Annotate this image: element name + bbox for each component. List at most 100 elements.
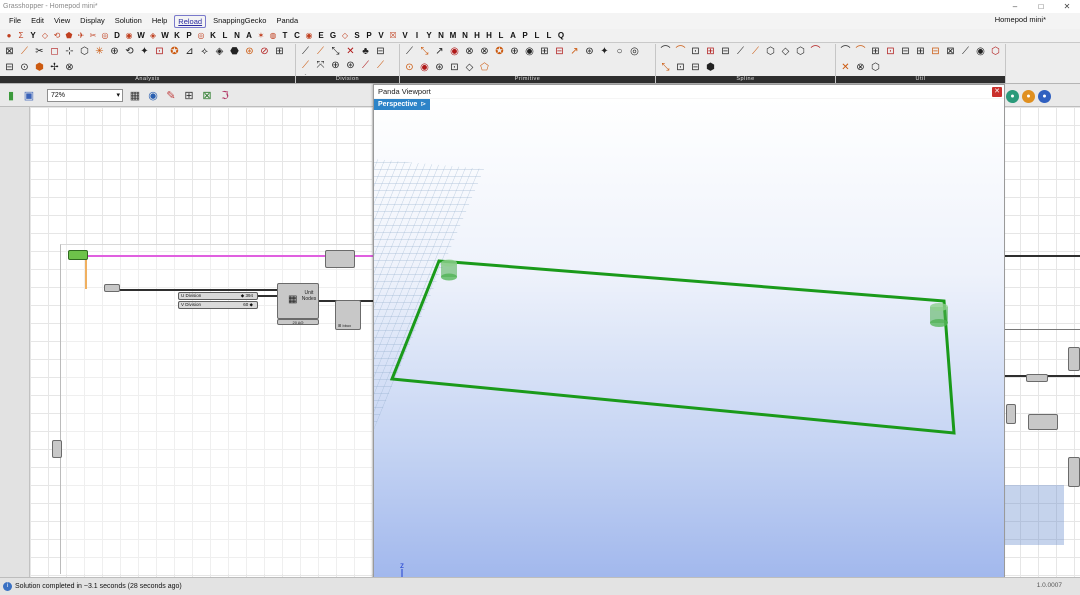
ribbon-tool-icon[interactable]: ⟋ (734, 45, 747, 58)
ribbon-tool-icon[interactable]: ◈ (213, 45, 226, 58)
ribbon-tool-icon[interactable]: ◎ (628, 45, 641, 58)
ribbon-tool-icon[interactable]: ⟲ (123, 45, 136, 58)
component-tab-35[interactable]: Y (423, 30, 435, 42)
right-node-1[interactable] (1028, 414, 1058, 430)
ribbon-tool-icon[interactable]: ⬡ (989, 45, 1002, 58)
menu-reload[interactable]: Reload (174, 14, 207, 28)
component-tab-28[interactable]: ◇ (339, 30, 351, 42)
ribbon-tool-icon[interactable]: ⤧ (314, 59, 327, 72)
ribbon-tool-icon[interactable]: ⟋ (359, 59, 372, 72)
ribbon-tool-icon[interactable]: ⟡ (198, 45, 211, 58)
ribbon-tool-icon[interactable]: ♣ (359, 45, 372, 58)
ribbon-tool-icon[interactable]: ⊞ (273, 45, 286, 58)
ribbon-tool-icon[interactable]: ⊕ (508, 45, 521, 58)
ribbon-tool-icon[interactable]: ⊡ (448, 61, 461, 74)
ribbon-tool-icon[interactable]: ⊟ (689, 61, 702, 74)
curve-node[interactable] (325, 250, 355, 268)
ribbon-tool-icon[interactable]: ⌒ (674, 45, 687, 58)
right-node-5[interactable] (1026, 374, 1048, 382)
ribbon-tool-icon[interactable]: ↗ (568, 45, 581, 58)
ribbon-tool-icon[interactable]: ⟋ (299, 59, 312, 72)
component-tab-31[interactable]: V (375, 30, 387, 42)
component-tab-0[interactable]: ● (3, 30, 15, 42)
ribbon-tool-icon[interactable]: ⊗ (63, 61, 76, 74)
component-tab-27[interactable]: G (327, 30, 339, 42)
ribbon-tool-icon[interactable]: ⬡ (794, 45, 807, 58)
ribbon-tool-icon[interactable]: ⤡ (329, 45, 342, 58)
ribbon-tool-icon[interactable]: ⊗ (478, 45, 491, 58)
bake-icon[interactable]: ⊞ (181, 88, 197, 104)
ribbon-tool-icon[interactable]: ⊟ (374, 45, 387, 58)
ribbon-tool-icon[interactable]: ✢ (48, 61, 61, 74)
ribbon-tool-icon[interactable]: ⊗ (854, 61, 867, 74)
component-tab-20[interactable]: A (243, 30, 255, 42)
panda-viewport-window[interactable]: Panda Viewport ✕ z Perspective ⊳ (373, 84, 1005, 595)
component-tab-16[interactable]: ◎ (195, 30, 207, 42)
component-tab-43[interactable]: P (519, 30, 531, 42)
ribbon-tool-icon[interactable]: ✂ (33, 45, 46, 58)
component-tab-36[interactable]: N (435, 30, 447, 42)
ribbon-panel-label[interactable]: Spline (656, 76, 835, 83)
zoom-select[interactable]: 72% ▾ (47, 89, 123, 102)
ribbon-tool-icon[interactable]: ⊟ (553, 45, 566, 58)
ribbon-tool-icon[interactable]: ⬠ (478, 61, 491, 74)
ribbon-tool-icon[interactable]: ⌒ (659, 45, 672, 58)
viewport-scene[interactable]: x z Perspective⊳ (374, 99, 1004, 595)
ribbon-tool-icon[interactable]: ⌒ (839, 45, 852, 58)
component-tab-11[interactable]: W (135, 30, 147, 42)
component-tab-37[interactable]: M (447, 30, 459, 42)
ribbon-tool-icon[interactable]: ✦ (598, 45, 611, 58)
close-window-button[interactable]: ✕ (1054, 0, 1080, 13)
component-tab-1[interactable]: Σ (15, 30, 27, 42)
component-tab-8[interactable]: ◎ (99, 30, 111, 42)
component-tab-42[interactable]: A (507, 30, 519, 42)
ribbon-tool-icon[interactable]: ⟋ (314, 45, 327, 58)
component-tab-25[interactable]: ◉ (303, 30, 315, 42)
component-tab-9[interactable]: D (111, 30, 123, 42)
ribbon-tool-icon[interactable]: ⊘ (258, 45, 271, 58)
component-tab-46[interactable]: Q (555, 30, 567, 42)
component-tab-24[interactable]: C (291, 30, 303, 42)
ribbon-panel-label[interactable]: Analysis (0, 76, 295, 83)
ribbon-tool-icon[interactable]: ◇ (463, 61, 476, 74)
ribbon-tool-icon[interactable]: ⟋ (403, 45, 416, 58)
ribbon-tool-icon[interactable]: ⟋ (374, 59, 387, 72)
ribbon-tool-icon[interactable]: ⊹ (63, 45, 76, 58)
ribbon-tool-icon[interactable]: ◉ (448, 45, 461, 58)
ribbon-tool-icon[interactable]: ⊡ (689, 45, 702, 58)
ribbon-tool-icon[interactable]: ⊗ (463, 45, 476, 58)
ribbon-tool-icon[interactable]: ⊞ (869, 45, 882, 58)
ribbon-tool-icon[interactable]: ⌒ (809, 45, 822, 58)
component-tab-12[interactable]: ◈ (147, 30, 159, 42)
menu-edit[interactable]: Edit (26, 14, 49, 28)
ribbon-tool-icon[interactable]: ⊙ (18, 61, 31, 74)
ribbon-tool-icon[interactable]: ⊟ (929, 45, 942, 58)
ribbon-tool-icon[interactable]: ⤡ (659, 61, 672, 74)
ribbon-tool-icon[interactable]: ⟋ (959, 45, 972, 58)
render-icon[interactable]: ● (1022, 90, 1035, 103)
ribbon-tool-icon[interactable]: ◉ (974, 45, 987, 58)
maximize-button[interactable]: □ (1028, 0, 1054, 13)
right-node-4[interactable] (1068, 457, 1080, 487)
ribbon-tool-icon[interactable]: ⊿ (183, 45, 196, 58)
ribbon-tool-icon[interactable]: ⬢ (704, 61, 717, 74)
menu-solution[interactable]: Solution (110, 14, 147, 28)
component-tab-26[interactable]: E (315, 30, 327, 42)
component-tab-44[interactable]: L (531, 30, 543, 42)
ribbon-tool-icon[interactable]: ⊞ (704, 45, 717, 58)
ribbon-tool-icon[interactable]: ⤡ (418, 45, 431, 58)
ribbon-panel-label[interactable]: Primitive (400, 76, 655, 83)
component-tab-3[interactable]: ◇ (39, 30, 51, 42)
ribbon-tool-icon[interactable]: ✕ (344, 45, 357, 58)
ribbon-tool-icon[interactable]: ⊛ (243, 45, 256, 58)
component-tab-45[interactable]: L (543, 30, 555, 42)
menu-file[interactable]: File (4, 14, 26, 28)
ribbon-tool-icon[interactable]: ⟋ (18, 45, 31, 58)
ribbon-tool-icon[interactable]: ⊙ (403, 61, 416, 74)
ribbon-tool-icon[interactable]: ⊟ (899, 45, 912, 58)
ribbon-tool-icon[interactable]: ✪ (168, 45, 181, 58)
ribbon-tool-icon[interactable]: ⊛ (344, 59, 357, 72)
component-tab-18[interactable]: L (219, 30, 231, 42)
relay-node[interactable] (104, 284, 120, 292)
ribbon-tool-icon[interactable]: ⟲ (314, 73, 327, 75)
